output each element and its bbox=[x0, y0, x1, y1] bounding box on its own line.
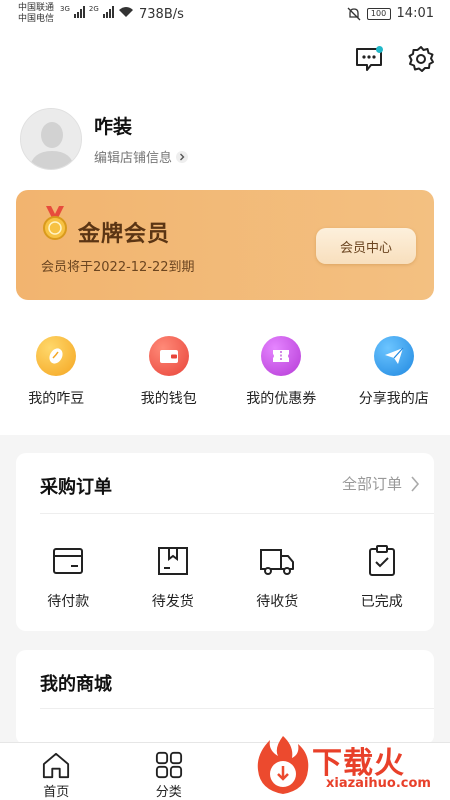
tab-home[interactable]: 首页 bbox=[0, 743, 113, 800]
edit-shop-link[interactable]: 编辑店铺信息 bbox=[94, 147, 189, 166]
bean-icon bbox=[36, 336, 77, 376]
order-label-pending-shipment: 待发货 bbox=[151, 594, 194, 610]
net-type-1: 3G bbox=[60, 5, 70, 13]
clock: 14:01 bbox=[396, 6, 434, 21]
battery-icon: 100 bbox=[366, 7, 391, 20]
default-avatar-icon bbox=[21, 109, 81, 169]
profile-section[interactable]: 咋装 编辑店铺信息 bbox=[20, 108, 189, 170]
profile-text: 咋装 编辑店铺信息 bbox=[94, 112, 189, 166]
tab-category[interactable]: 分类 bbox=[113, 743, 226, 800]
grid-icon bbox=[155, 751, 182, 779]
signal-icon bbox=[102, 6, 114, 18]
top-actions bbox=[354, 44, 436, 74]
network-indicators: 3G 2G bbox=[60, 6, 134, 18]
vip-card[interactable]: 金牌会员 会员将于2022-12-22到期 会员中心 bbox=[16, 190, 434, 300]
order-status-row: 待付款 待发货 待收货 已完成 bbox=[16, 545, 434, 611]
package-icon bbox=[157, 547, 188, 575]
vip-expire-text: 会员将于2022-12-22到期 bbox=[41, 260, 195, 275]
paper-plane-icon bbox=[373, 336, 414, 376]
home-icon bbox=[43, 752, 70, 779]
mute-bell-icon bbox=[347, 7, 360, 20]
avatar[interactable] bbox=[20, 108, 82, 170]
vip-title: 金牌会员 bbox=[78, 222, 171, 247]
divider bbox=[40, 513, 434, 514]
signal-icon bbox=[73, 6, 85, 18]
shop-name: 咋装 bbox=[94, 116, 133, 138]
mall-title: 我的商城 bbox=[40, 674, 112, 695]
quick-item-beans[interactable]: 我的咋豆 bbox=[0, 336, 113, 408]
quick-label-coupons: 我的优惠券 bbox=[246, 391, 317, 407]
carrier-2: 中国电信 bbox=[18, 14, 55, 24]
settings-button[interactable] bbox=[406, 44, 436, 74]
quick-actions: 我的咋豆 我的钱包 我的优惠券 分享我的店 bbox=[0, 336, 450, 408]
carrier-1: 中国联通 bbox=[18, 3, 55, 13]
order-label-completed: 已完成 bbox=[360, 594, 403, 610]
order-label-pending-payment: 待付款 bbox=[47, 594, 90, 610]
status-right: 100 14:01 bbox=[347, 6, 434, 21]
gear-icon bbox=[408, 46, 434, 72]
watermark-url: xiazaihuo.com bbox=[326, 776, 431, 791]
orders-title: 采购订单 bbox=[40, 477, 112, 498]
truck-icon bbox=[260, 549, 295, 575]
quick-label-share: 分享我的店 bbox=[358, 391, 429, 407]
message-button[interactable] bbox=[354, 44, 384, 74]
tab-label-home: 首页 bbox=[43, 785, 70, 800]
chevron-right-icon bbox=[411, 475, 420, 492]
wallet-outline-icon bbox=[53, 548, 84, 574]
tab-label-category: 分类 bbox=[155, 785, 182, 800]
all-orders-label: 全部订单 bbox=[341, 475, 402, 493]
status-bar: 中国联通 中国电信 3G 2G 738B/s 100 14:01 bbox=[0, 0, 450, 30]
wallet-icon bbox=[148, 336, 189, 376]
quick-item-wallet[interactable]: 我的钱包 bbox=[113, 336, 226, 408]
divider bbox=[40, 708, 434, 709]
order-label-pending-receipt: 待收货 bbox=[256, 594, 299, 610]
watermark-logo: 下载火 xiazaihuo.com bbox=[252, 734, 442, 796]
quick-label-wallet: 我的钱包 bbox=[140, 391, 197, 407]
quick-item-coupons[interactable]: 我的优惠券 bbox=[225, 336, 338, 408]
quick-label-beans: 我的咋豆 bbox=[28, 391, 85, 407]
medal-icon bbox=[43, 206, 67, 240]
coupon-icon bbox=[261, 336, 302, 376]
chevron-right-icon bbox=[176, 150, 189, 163]
vip-center-button[interactable]: 会员中心 bbox=[316, 228, 416, 264]
flame-logo-icon bbox=[257, 736, 309, 794]
quick-item-share[interactable]: 分享我的店 bbox=[338, 336, 450, 408]
carrier-info: 中国联通 中国电信 bbox=[18, 3, 54, 25]
net-type-2: 2G bbox=[88, 5, 99, 13]
network-speed: 738B/s bbox=[139, 7, 184, 22]
order-pending-payment[interactable]: 待付款 bbox=[16, 545, 121, 611]
order-pending-shipment[interactable]: 待发货 bbox=[121, 545, 226, 611]
order-pending-receipt[interactable]: 待收货 bbox=[225, 545, 330, 611]
wifi-icon bbox=[118, 7, 133, 17]
edit-shop-label: 编辑店铺信息 bbox=[94, 151, 173, 166]
unread-dot bbox=[376, 46, 383, 53]
clipboard-check-icon bbox=[368, 545, 395, 576]
order-completed[interactable]: 已完成 bbox=[330, 545, 435, 611]
all-orders-link[interactable]: 全部订单 bbox=[342, 473, 420, 494]
orders-card: 采购订单 全部订单 待付款 待发货 待收货 已完成 bbox=[16, 453, 434, 631]
mall-card: 我的商城 bbox=[16, 650, 434, 745]
